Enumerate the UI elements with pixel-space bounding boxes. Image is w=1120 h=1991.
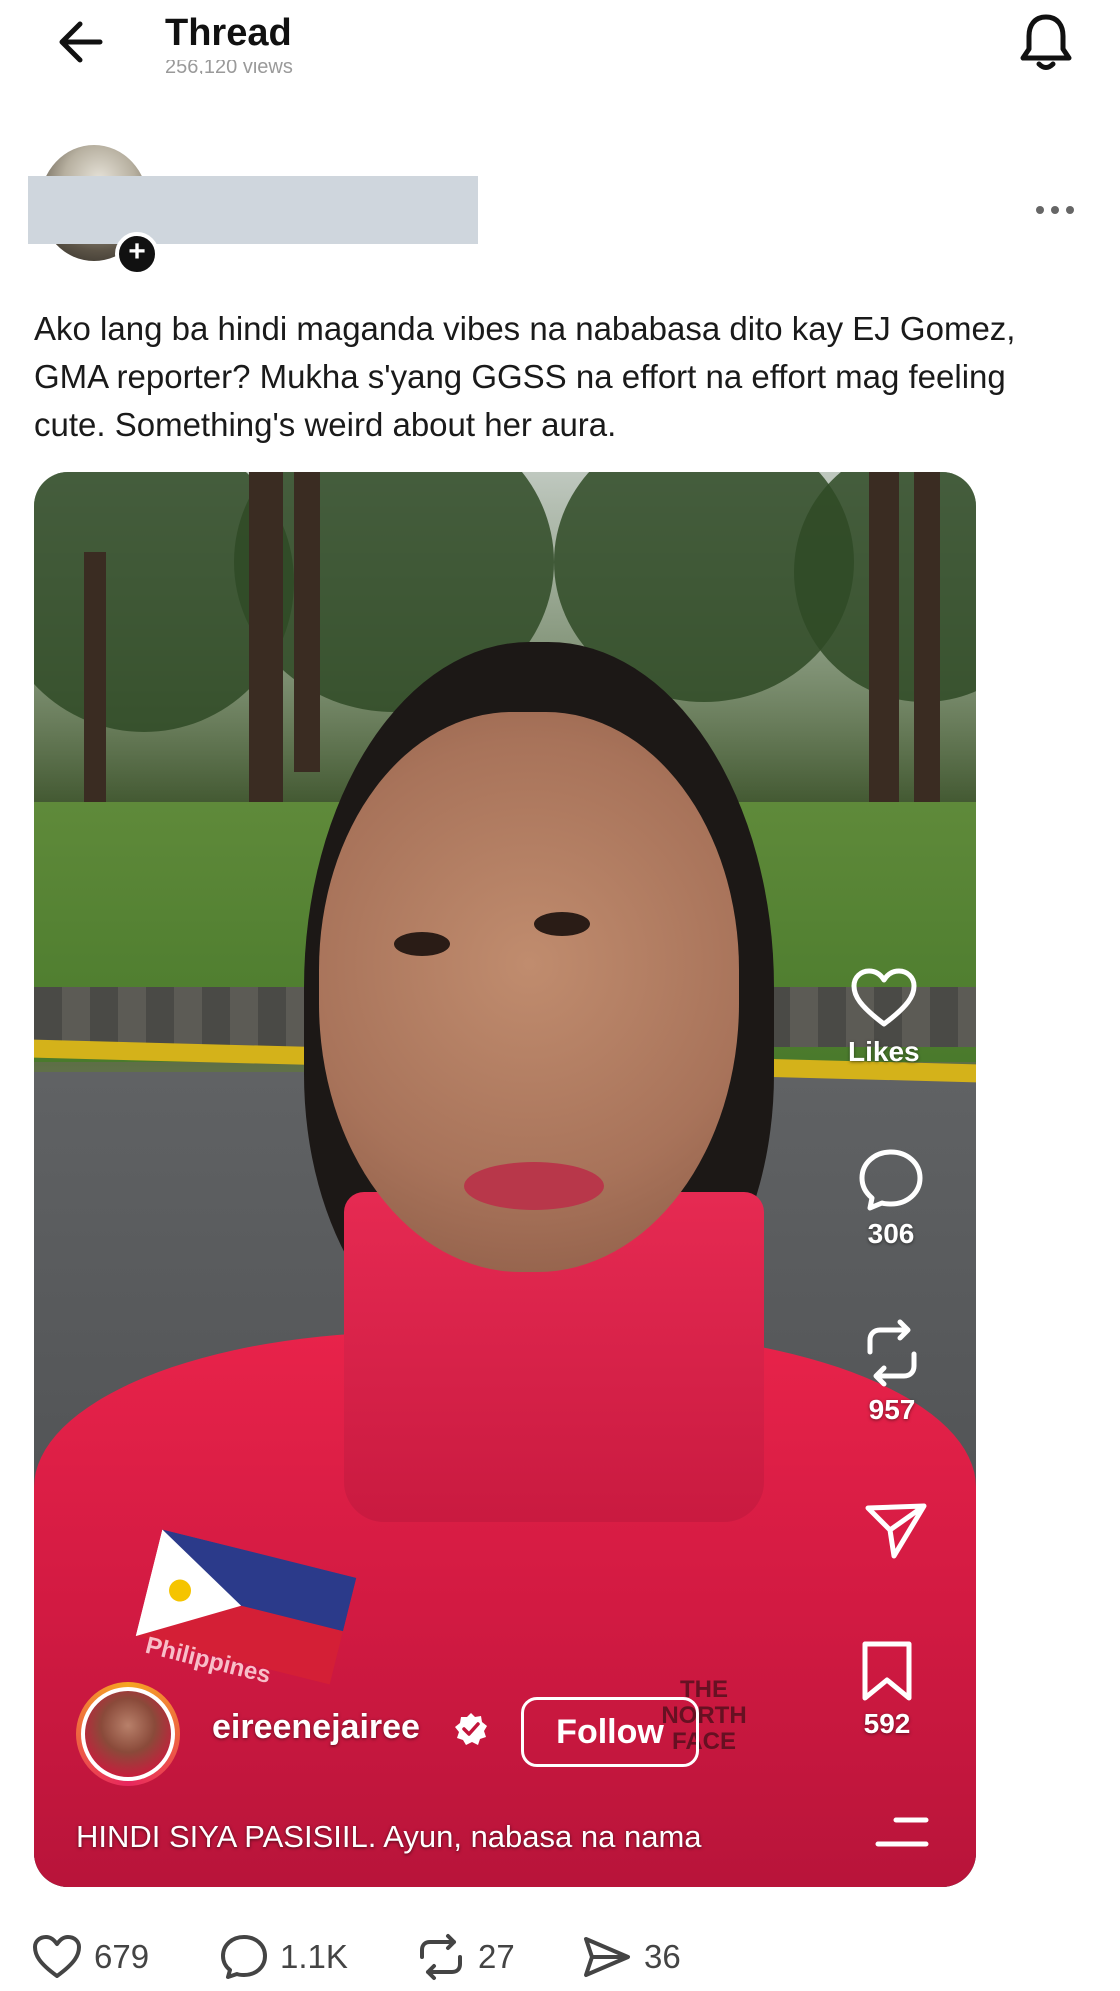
heart-icon xyxy=(33,1935,81,1978)
video-like-button[interactable]: Likes xyxy=(848,968,920,1068)
repost-icon xyxy=(420,1934,462,1980)
creator-follow-button[interactable]: Follow xyxy=(521,1697,699,1767)
video-comment-count: 306 xyxy=(867,1218,915,1249)
bookmark-icon xyxy=(862,1641,912,1701)
page-title: Thread xyxy=(165,12,292,54)
subject-lips xyxy=(464,1162,604,1210)
arrow-left-icon xyxy=(59,21,103,63)
video-repost-button[interactable]: 957 xyxy=(860,1318,924,1426)
share-button[interactable]: 36 xyxy=(582,1934,681,1980)
notification-button[interactable] xyxy=(1010,10,1082,74)
share-count: 36 xyxy=(644,1938,681,1975)
post-text: Ako lang ba hindi maganda vibes na nabab… xyxy=(34,310,1016,443)
comment-icon xyxy=(859,1149,923,1211)
send-icon xyxy=(865,1503,927,1559)
tree-trunk xyxy=(294,472,320,772)
creator-avatar-image xyxy=(81,1687,175,1781)
view-count: 256,120 views xyxy=(165,60,293,74)
post-media-video[interactable]: Philippines THE NORTH FACE Likes 306 957… xyxy=(34,472,976,1887)
video-bookmark-count: 592 xyxy=(863,1708,911,1739)
tree-trunk xyxy=(249,472,283,802)
send-icon xyxy=(584,1937,630,1977)
heart-icon xyxy=(851,968,917,1027)
video-repost-count: 957 xyxy=(868,1394,916,1425)
video-comment-button[interactable]: 306 xyxy=(858,1148,924,1250)
video-send-button[interactable] xyxy=(864,1502,928,1560)
comment-icon xyxy=(221,1935,267,1979)
more-options-button[interactable] xyxy=(1030,192,1080,228)
follow-plus-button[interactable]: + xyxy=(115,232,159,276)
reply-button[interactable]: 1.1K xyxy=(220,1934,348,1980)
repost-count: 27 xyxy=(478,1938,515,1975)
like-button[interactable]: 679 xyxy=(32,1934,149,1980)
creator-username[interactable]: eireenejairee xyxy=(212,1708,420,1747)
back-button[interactable] xyxy=(50,14,110,70)
repost-icon xyxy=(867,1319,917,1387)
video-bookmark-button[interactable]: 592 xyxy=(860,1640,914,1740)
plus-icon: + xyxy=(128,235,146,268)
verified-badge-icon xyxy=(455,1713,487,1745)
reply-count: 1.1K xyxy=(280,1938,348,1975)
creator-avatar[interactable] xyxy=(76,1682,180,1786)
left-eye xyxy=(394,932,450,956)
right-eye xyxy=(534,912,590,936)
video-caption: HINDI SIYA PASISIIL. Ayun, nabasa na nam… xyxy=(76,1819,702,1854)
menu-lines-icon[interactable] xyxy=(874,1812,930,1852)
like-count: 679 xyxy=(94,1938,150,1975)
video-like-label: Likes xyxy=(848,1036,920,1067)
redacted-author-name xyxy=(28,176,478,244)
bell-icon xyxy=(1020,14,1072,70)
more-horizontal-icon xyxy=(1036,206,1074,214)
repost-button[interactable]: 27 xyxy=(416,1934,515,1980)
